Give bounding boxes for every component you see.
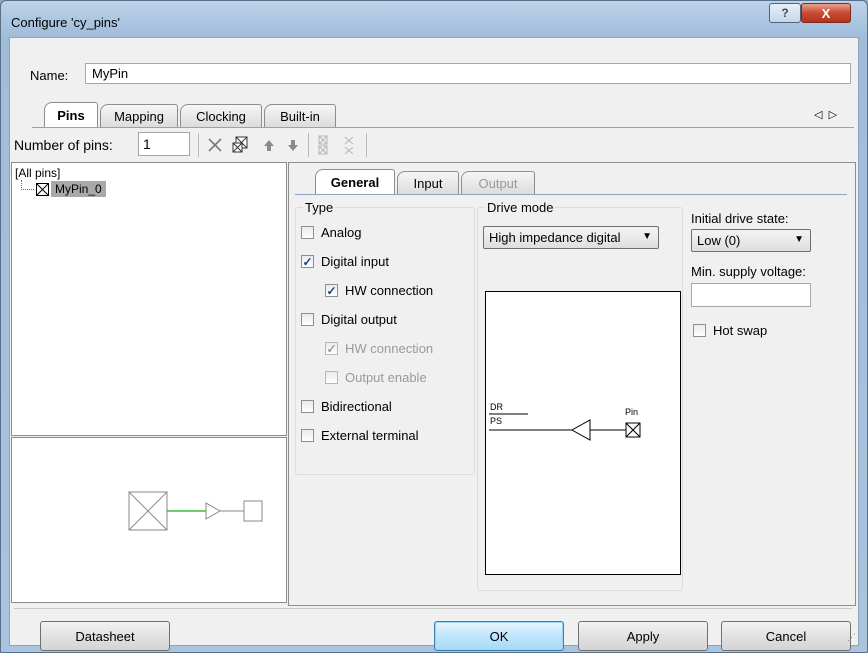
pin-tree[interactable]: [All pins] MyPin_0 (11, 162, 287, 436)
title-bar[interactable]: Configure 'cy_pins' ? X (1, 1, 867, 35)
hot-swap-checkbox[interactable] (693, 324, 706, 337)
min-supply-voltage-label: Min. supply voltage: (691, 264, 806, 279)
tree-root-all-pins[interactable]: [All pins] (15, 166, 60, 180)
min-supply-voltage-input[interactable] (691, 283, 811, 307)
digital-input-checkbox[interactable]: ✓ (301, 255, 314, 269)
output-enable-checkbox[interactable] (325, 371, 338, 384)
dialog-client: Name: MyPin Pins Mapping Clocking Built-… (9, 37, 859, 651)
initial-drive-state-select[interactable]: Low (0) ▼ (691, 229, 811, 252)
sub-tab-underline (295, 194, 847, 195)
datasheet-button[interactable]: Datasheet (40, 621, 170, 651)
help-icon: ? (781, 6, 789, 20)
tab-input[interactable]: Input (397, 171, 459, 194)
pin-icon (36, 183, 49, 196)
toolbar-separator (366, 133, 367, 157)
tab-scroll-arrows: ◁ ▷ (814, 108, 837, 121)
ps-label: PS (490, 416, 502, 426)
pins-toolbar: Number of pins: 1 (10, 128, 856, 160)
drive-mode-title: Drive mode (485, 200, 556, 215)
pin-config-panel: General Input Output Type Analog ✓ Digit… (288, 162, 856, 606)
window-title: Configure 'cy_pins' (11, 15, 121, 30)
do-hw-connection-label: HW connection (345, 341, 434, 356)
tab-pins[interactable]: Pins (44, 102, 98, 127)
tab-built-in[interactable]: Built-in (264, 104, 336, 127)
scroll-right-icon[interactable]: ▷ (829, 109, 837, 121)
number-of-pins-input[interactable]: 1 (138, 132, 190, 156)
initial-drive-state-label: Initial drive state: (691, 211, 789, 226)
apply-button[interactable]: Apply (578, 621, 708, 651)
drive-mode-select[interactable]: High impedance digital ▼ (483, 226, 659, 249)
di-hw-connection-label: HW connection (345, 283, 434, 298)
tree-connector (21, 180, 34, 190)
digital-input-checkbox-row[interactable]: ✓ Digital input (301, 254, 389, 269)
ok-button[interactable]: OK (434, 621, 564, 651)
toolbar-separator (308, 133, 309, 157)
bidirectional-checkbox-row[interactable]: Bidirectional (301, 399, 392, 414)
dialog-window: Configure 'cy_pins' ? X Name: MyPin Pins… (0, 0, 868, 653)
button-separator (14, 608, 852, 609)
tab-output[interactable]: Output (461, 171, 535, 194)
analog-checkbox-row[interactable]: Analog (301, 225, 361, 240)
do-hw-connection-checkbox-row[interactable]: ✓ HW connection (325, 341, 433, 356)
pin-label: Pin (625, 407, 638, 417)
number-of-pins-label: Number of pins: (14, 137, 113, 153)
pin-preview (11, 437, 287, 603)
digital-output-label: Digital output (321, 312, 397, 327)
analog-label: Analog (321, 225, 362, 240)
dr-label: DR (490, 402, 503, 412)
hot-swap-label: Hot swap (713, 323, 768, 338)
tab-clocking[interactable]: Clocking (180, 104, 262, 127)
bidirectional-checkbox[interactable] (301, 400, 314, 413)
tab-mapping[interactable]: Mapping (100, 104, 178, 127)
cancel-button[interactable]: Cancel (721, 621, 851, 651)
tab-general[interactable]: General (315, 169, 395, 194)
di-hw-connection-checkbox-row[interactable]: ✓ HW connection (325, 283, 433, 298)
digital-output-checkbox-row[interactable]: Digital output (301, 312, 397, 327)
tree-item-mypin-0[interactable]: MyPin_0 (51, 181, 106, 197)
group-pins-icon[interactable] (314, 135, 332, 155)
digital-input-label: Digital input (321, 254, 389, 269)
pin-preview-symbol (128, 491, 263, 531)
di-hw-connection-checkbox[interactable]: ✓ (325, 284, 338, 298)
scroll-left-icon[interactable]: ◁ (814, 109, 822, 121)
drive-mode-diagram: DR PS Pin (485, 291, 681, 575)
bidirectional-label: Bidirectional (321, 399, 392, 414)
do-hw-connection-checkbox[interactable]: ✓ (325, 342, 338, 356)
output-enable-label: Output enable (345, 370, 427, 385)
output-enable-checkbox-row[interactable]: Output enable (325, 370, 427, 385)
toolbar-separator (198, 133, 199, 157)
name-label: Name: (30, 68, 69, 83)
external-terminal-checkbox[interactable] (301, 429, 314, 442)
help-button[interactable]: ? (769, 3, 801, 23)
digital-output-checkbox[interactable] (301, 313, 314, 326)
hot-swap-checkbox-row[interactable]: Hot swap (693, 323, 767, 338)
move-up-icon[interactable] (260, 136, 278, 154)
type-group-title: Type (303, 200, 336, 215)
close-button[interactable]: X (801, 3, 851, 23)
delete-icon[interactable] (206, 136, 224, 154)
drive-mode-schematic: DR PS Pin (489, 402, 641, 441)
close-icon: X (821, 5, 831, 21)
external-terminal-checkbox-row[interactable]: External terminal (301, 428, 419, 443)
external-terminal-label: External terminal (321, 428, 419, 443)
chevron-down-icon: ▼ (642, 231, 652, 242)
copy-pin-icon[interactable] (232, 136, 250, 154)
resize-grip-icon[interactable]: ⋰ (847, 632, 856, 643)
ungroup-pins-icon[interactable] (340, 136, 358, 155)
drive-mode-value: High impedance digital (489, 230, 621, 245)
move-down-icon[interactable] (284, 136, 302, 154)
name-input[interactable]: MyPin (85, 63, 851, 84)
analog-checkbox[interactable] (301, 226, 314, 239)
chevron-down-icon: ▼ (794, 234, 804, 245)
initial-drive-state-value: Low (0) (697, 233, 741, 248)
